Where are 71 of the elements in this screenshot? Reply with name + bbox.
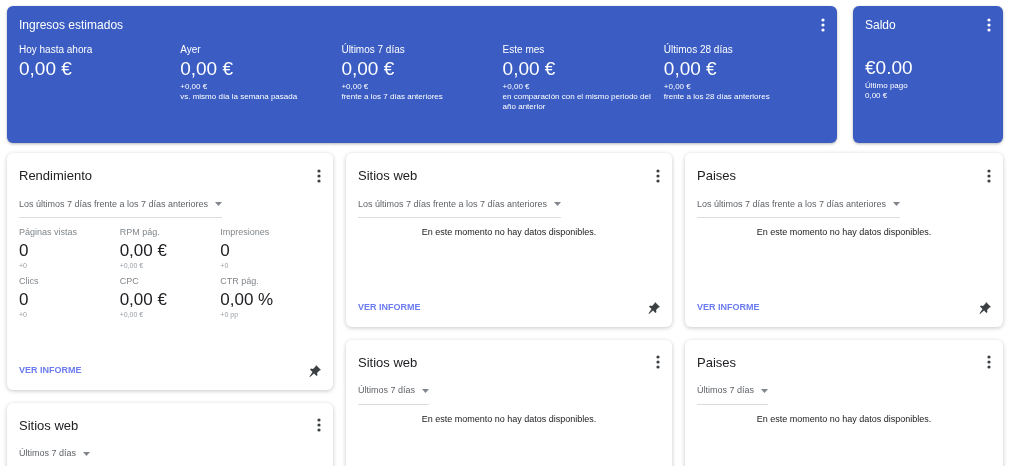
pin-icon[interactable] [979,301,991,314]
payment-amount: 0,00 € [865,90,889,101]
comparison-note: en comparación con el mismo periodo del año anterior [502,91,652,112]
more-options-icon[interactable] [317,418,321,433]
card-title: Ingresos estimados [19,17,124,34]
metric-label: RPM pág. [119,226,161,239]
more-options-icon[interactable] [656,355,660,370]
empty-message: En este momento no hay datos disponibles. [756,226,932,239]
metric-change: +0,00 € [502,81,531,92]
period-dropdown[interactable]: Últimos 7 días [19,447,90,466]
more-options-icon[interactable] [317,168,321,183]
metric-value: 0,00 € [119,239,168,261]
metric-value: 0,00 € [119,288,168,310]
more-options-icon[interactable] [656,168,660,183]
metric-label: Últimos 7 días [341,42,406,57]
metric-label: Este mes [502,43,546,57]
empty-message: En este momento no hay datos disponibles. [421,412,597,426]
comparison-note: frente a los 7 días anteriores [341,91,444,102]
pin-icon[interactable] [648,301,660,314]
period-dropdown[interactable]: Los últimos 7 días frente a los 7 días anteriores [697,197,900,218]
metric-value: 0,00 € [180,57,235,81]
more-options-icon[interactable] [821,18,825,32]
metric-value: 0 [19,288,30,310]
caret-icon [214,202,222,207]
metric-label: CPC [119,275,140,289]
metric-value: 0,00 € [663,57,718,81]
more-options-icon[interactable] [987,18,991,32]
empty-message: En este momento no hay datos disponibles. [421,226,597,239]
card-title: Sitios web [358,353,418,372]
metric-label: Ayer [180,43,202,57]
metric-value: 0,00 € [502,57,557,81]
caret-icon [421,388,429,393]
empty-message: En este momento no hay datos disponibles. [756,412,932,426]
period-dropdown[interactable]: Los últimos 7 días frente a los 7 días anteriores [19,197,222,218]
metric-label: CTR pág. [220,275,260,289]
metric-label: Clics [19,275,40,289]
caret-icon [760,388,768,393]
card-title: Paises [697,167,737,185]
metric-label: Impresiones [220,226,271,239]
pin-icon[interactable] [309,364,321,377]
metric-value: 0,00 € [19,57,73,81]
caret-icon [553,202,561,207]
metric-label: Hoy hasta ahora [19,43,94,57]
card-title: Rendimiento [19,167,92,185]
metric-value: 0,00 % [220,288,275,310]
period-dropdown[interactable]: Los últimos 7 días frente a los 7 días anteriores [358,197,561,218]
metric-value: 0 [19,239,30,261]
payment-label: Último pago [865,80,909,91]
caret-icon [892,202,900,207]
more-options-icon[interactable] [987,168,991,183]
metric-value: 0,00 € [341,57,396,81]
metric-label: Páginas vistas [19,226,79,239]
period-dropdown[interactable]: Últimos 7 días [697,384,768,405]
metric-change: +0,00 € [180,81,209,92]
metric-change: +0,00 € [663,81,692,92]
comparison-note: frente a los 28 días anteriores [663,91,771,102]
caret-icon [82,451,90,456]
comparison-note: vs. mismo día la semana pasada [180,91,299,102]
card-title: Saldo [865,17,896,34]
metric-change: +0,00 € [341,81,370,92]
more-options-icon[interactable] [987,355,991,370]
view-report-link[interactable]: VER INFORME [358,301,421,315]
period-dropdown[interactable]: Últimos 7 días [358,384,429,405]
view-report-link[interactable]: VER INFORME [19,364,82,378]
card-title: Sitios web [19,416,79,435]
view-report-link[interactable]: VER INFORME [697,301,760,315]
balance-value: €0.00 [865,56,914,80]
metric-label: Últimos 28 días [663,42,734,57]
card-title: Sitios web [358,167,418,185]
card-title: Paises [697,353,737,372]
metric-value: 0 [220,239,231,261]
